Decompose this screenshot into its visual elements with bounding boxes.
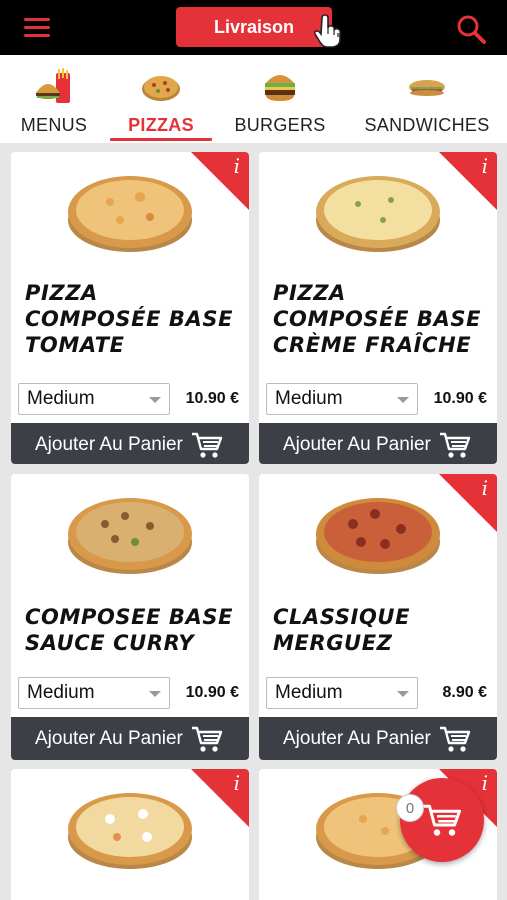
add-to-cart-button[interactable]: Ajouter Au Panier — [259, 717, 497, 760]
pizza-image — [68, 498, 192, 574]
chevron-down-icon — [397, 397, 409, 403]
add-to-cart-label: Ajouter Au Panier — [35, 434, 183, 455]
info-icon[interactable]: i — [482, 476, 488, 500]
info-ribbon — [191, 152, 249, 210]
burger-icon — [265, 75, 295, 101]
tab-sandwiches[interactable]: SANDWICHES — [358, 55, 496, 143]
add-to-cart-button[interactable]: Ajouter Au Panier — [259, 423, 497, 464]
product-name: PIZZA COMPOSÉE BASE TOMATE — [25, 281, 234, 357]
hamburger-menu-icon[interactable] — [24, 17, 52, 39]
size-select[interactable]: Medium — [266, 383, 418, 415]
product-card: i CLASSIQUE MERGUEZ Medium 8.90 € Ajoute… — [259, 474, 497, 760]
delivery-mode-label: Livraison — [213, 16, 295, 37]
pizza-image — [68, 793, 192, 869]
product-name: PIZZA COMPOSÉE BASE CRÈME FRAÎCHE — [273, 281, 482, 357]
tab-menus[interactable]: MENUS — [14, 55, 94, 143]
product-card: i PIZZA COMPOSÉE BASE CRÈME FRAÎCHE Medi… — [259, 152, 497, 464]
sandwich-icon — [409, 80, 445, 96]
chevron-down-icon — [397, 691, 409, 697]
product-price: 10.90 € — [433, 390, 487, 407]
size-select-value: Medium — [27, 388, 95, 409]
cart-icon — [423, 804, 461, 836]
add-to-cart-label: Ajouter Au Panier — [283, 434, 431, 455]
size-select[interactable]: Medium — [18, 383, 170, 415]
chevron-down-icon — [149, 691, 161, 697]
add-to-cart-button[interactable]: Ajouter Au Panier — [11, 423, 249, 464]
info-icon[interactable]: i — [234, 154, 240, 178]
product-name: COMPOSEE BASE SAUCE CURRY — [25, 605, 234, 655]
pizza-image — [316, 498, 440, 574]
tab-burgers-label: BURGERS — [234, 115, 326, 135]
product-price: 8.90 € — [442, 684, 487, 701]
info-ribbon — [439, 152, 497, 210]
pizza-image — [316, 176, 440, 252]
search-icon[interactable] — [455, 13, 487, 45]
info-icon[interactable]: i — [482, 154, 488, 178]
size-select[interactable]: Medium — [18, 677, 170, 709]
cart-icon — [192, 432, 223, 458]
product-card: i PIZZA COMPOSÉE BASE TOMATE Medium 10.9… — [11, 152, 249, 464]
pizza-image — [68, 176, 192, 252]
tab-sandwiches-label: SANDWICHES — [364, 115, 490, 135]
info-icon[interactable]: i — [234, 771, 240, 795]
product-price: 10.90 € — [185, 684, 239, 701]
product-card: i — [11, 769, 249, 900]
category-tabs: MENUS PIZZAS BURGERS SANDWICHES — [0, 55, 507, 143]
cart-icon — [440, 432, 471, 458]
pizza-icon — [142, 76, 180, 101]
size-select-value: Medium — [27, 682, 95, 703]
top-bar: Livraison — [0, 0, 507, 55]
hand-pointer-icon — [313, 14, 342, 48]
cart-icon — [192, 726, 223, 752]
product-card: COMPOSEE BASE SAUCE CURRY Medium 10.90 €… — [11, 474, 249, 760]
active-tab-underline — [110, 138, 212, 141]
product-name: CLASSIQUE MERGUEZ — [273, 605, 411, 655]
info-icon[interactable]: i — [482, 771, 488, 795]
product-price: 10.90 € — [185, 390, 239, 407]
cart-icon — [440, 726, 471, 752]
size-select-value: Medium — [275, 388, 343, 409]
size-select[interactable]: Medium — [266, 677, 418, 709]
tab-pizzas[interactable]: PIZZAS — [110, 55, 212, 143]
add-to-cart-label: Ajouter Au Panier — [35, 728, 183, 749]
tab-pizzas-label: PIZZAS — [128, 115, 194, 135]
menu-combo-icon — [36, 68, 70, 103]
delivery-mode-button[interactable]: Livraison — [176, 7, 332, 47]
size-select-value: Medium — [275, 682, 343, 703]
tab-menus-label: MENUS — [20, 115, 88, 135]
info-ribbon — [439, 474, 497, 532]
tab-burgers[interactable]: BURGERS — [230, 55, 330, 143]
chevron-down-icon — [149, 397, 161, 403]
add-to-cart-label: Ajouter Au Panier — [283, 728, 431, 749]
cart-count-badge: 0 — [396, 794, 424, 822]
add-to-cart-button[interactable]: Ajouter Au Panier — [11, 717, 249, 760]
info-ribbon — [191, 769, 249, 827]
